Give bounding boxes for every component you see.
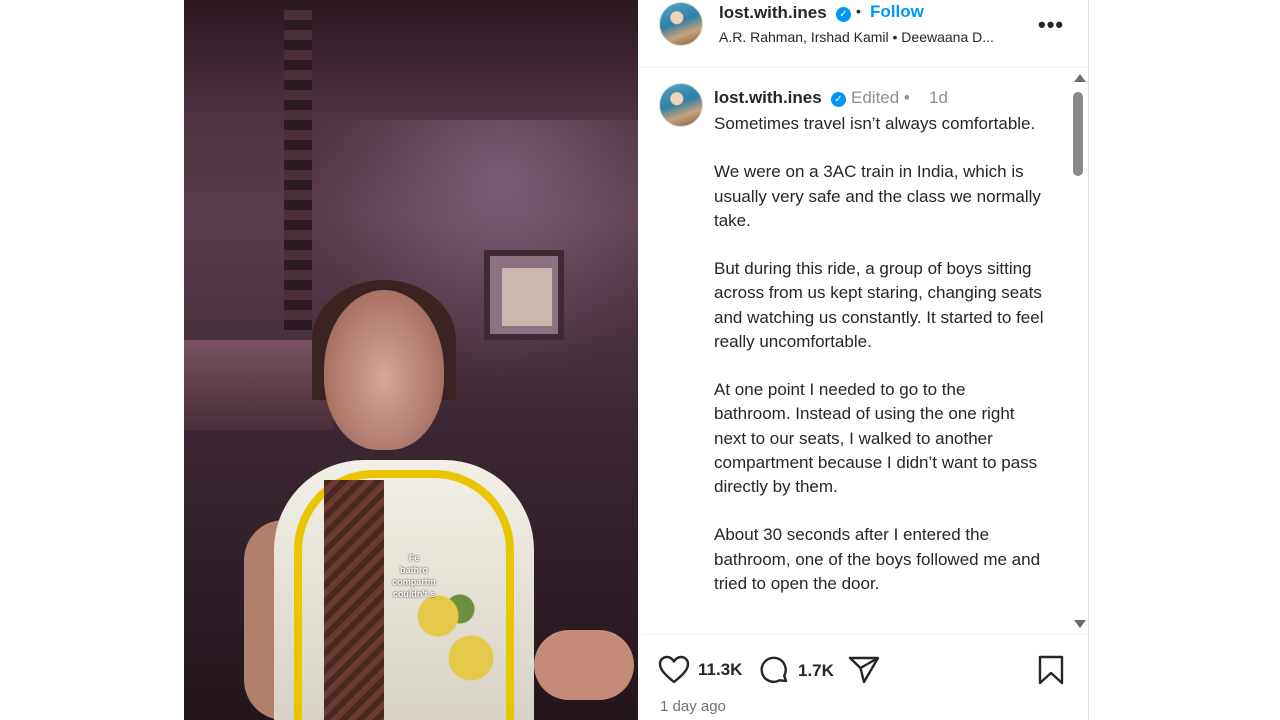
hanging-strap (284, 0, 312, 330)
comment-button[interactable]: 1.7K (758, 655, 834, 687)
share-icon (848, 656, 880, 684)
scroll-down-arrow-icon[interactable] (1074, 620, 1086, 628)
follow-button[interactable]: Follow (870, 2, 924, 22)
verified-badge-icon: ✓ (831, 90, 846, 108)
author-username[interactable]: lost.with.ines (719, 3, 827, 23)
person-face (324, 290, 444, 450)
author-avatar[interactable] (659, 2, 703, 46)
post-header: lost.with.ines ✓ • Follow A.R. Rahman, I… (638, 0, 1089, 68)
caption-section: lost.with.ines ✓ Edited • 1d Sometimes t… (638, 68, 1089, 634)
audio-attribution[interactable]: A.R. Rahman, Irshad Kamil • Deewaana D..… (719, 29, 1029, 45)
verified-badge-icon: ✓ (836, 5, 851, 23)
window-light (502, 268, 552, 326)
caption-username[interactable]: lost.with.ines (714, 88, 822, 108)
scroll-up-arrow-icon[interactable] (1074, 74, 1086, 82)
more-icon[interactable]: ••• (1038, 12, 1064, 38)
like-count: 11.3K (698, 660, 743, 679)
reel-video[interactable]: Fe bathro compartm couldn't s (184, 0, 638, 720)
video-caption-overlay: Fe bathro compartm couldn't s (392, 553, 436, 599)
like-button[interactable]: 11.3K (658, 655, 742, 685)
person-hand (534, 630, 634, 700)
post-panel: lost.with.ines ✓ • Follow A.R. Rahman, I… (638, 0, 1089, 720)
share-button[interactable] (848, 655, 880, 685)
train-ceiling (184, 0, 638, 120)
caption-timestamp[interactable]: 1d (929, 88, 948, 108)
save-button[interactable] (1037, 655, 1065, 685)
posted-time[interactable]: 1 day ago (660, 698, 726, 715)
action-bar: 11.3K 1.7K 1 day ago (638, 634, 1089, 720)
bookmark-icon (1038, 655, 1064, 685)
edited-label: Edited • (851, 88, 910, 107)
comment-icon (760, 656, 788, 683)
comment-count: 1.7K (798, 661, 834, 680)
caption-text: Sometimes travel isn’t always comfortabl… (714, 114, 1044, 593)
scarf (324, 480, 384, 720)
header-separator: • (856, 3, 861, 19)
scrollbar-thumb[interactable] (1073, 92, 1083, 176)
heart-icon (658, 655, 690, 684)
caption-author-avatar[interactable] (659, 83, 703, 127)
